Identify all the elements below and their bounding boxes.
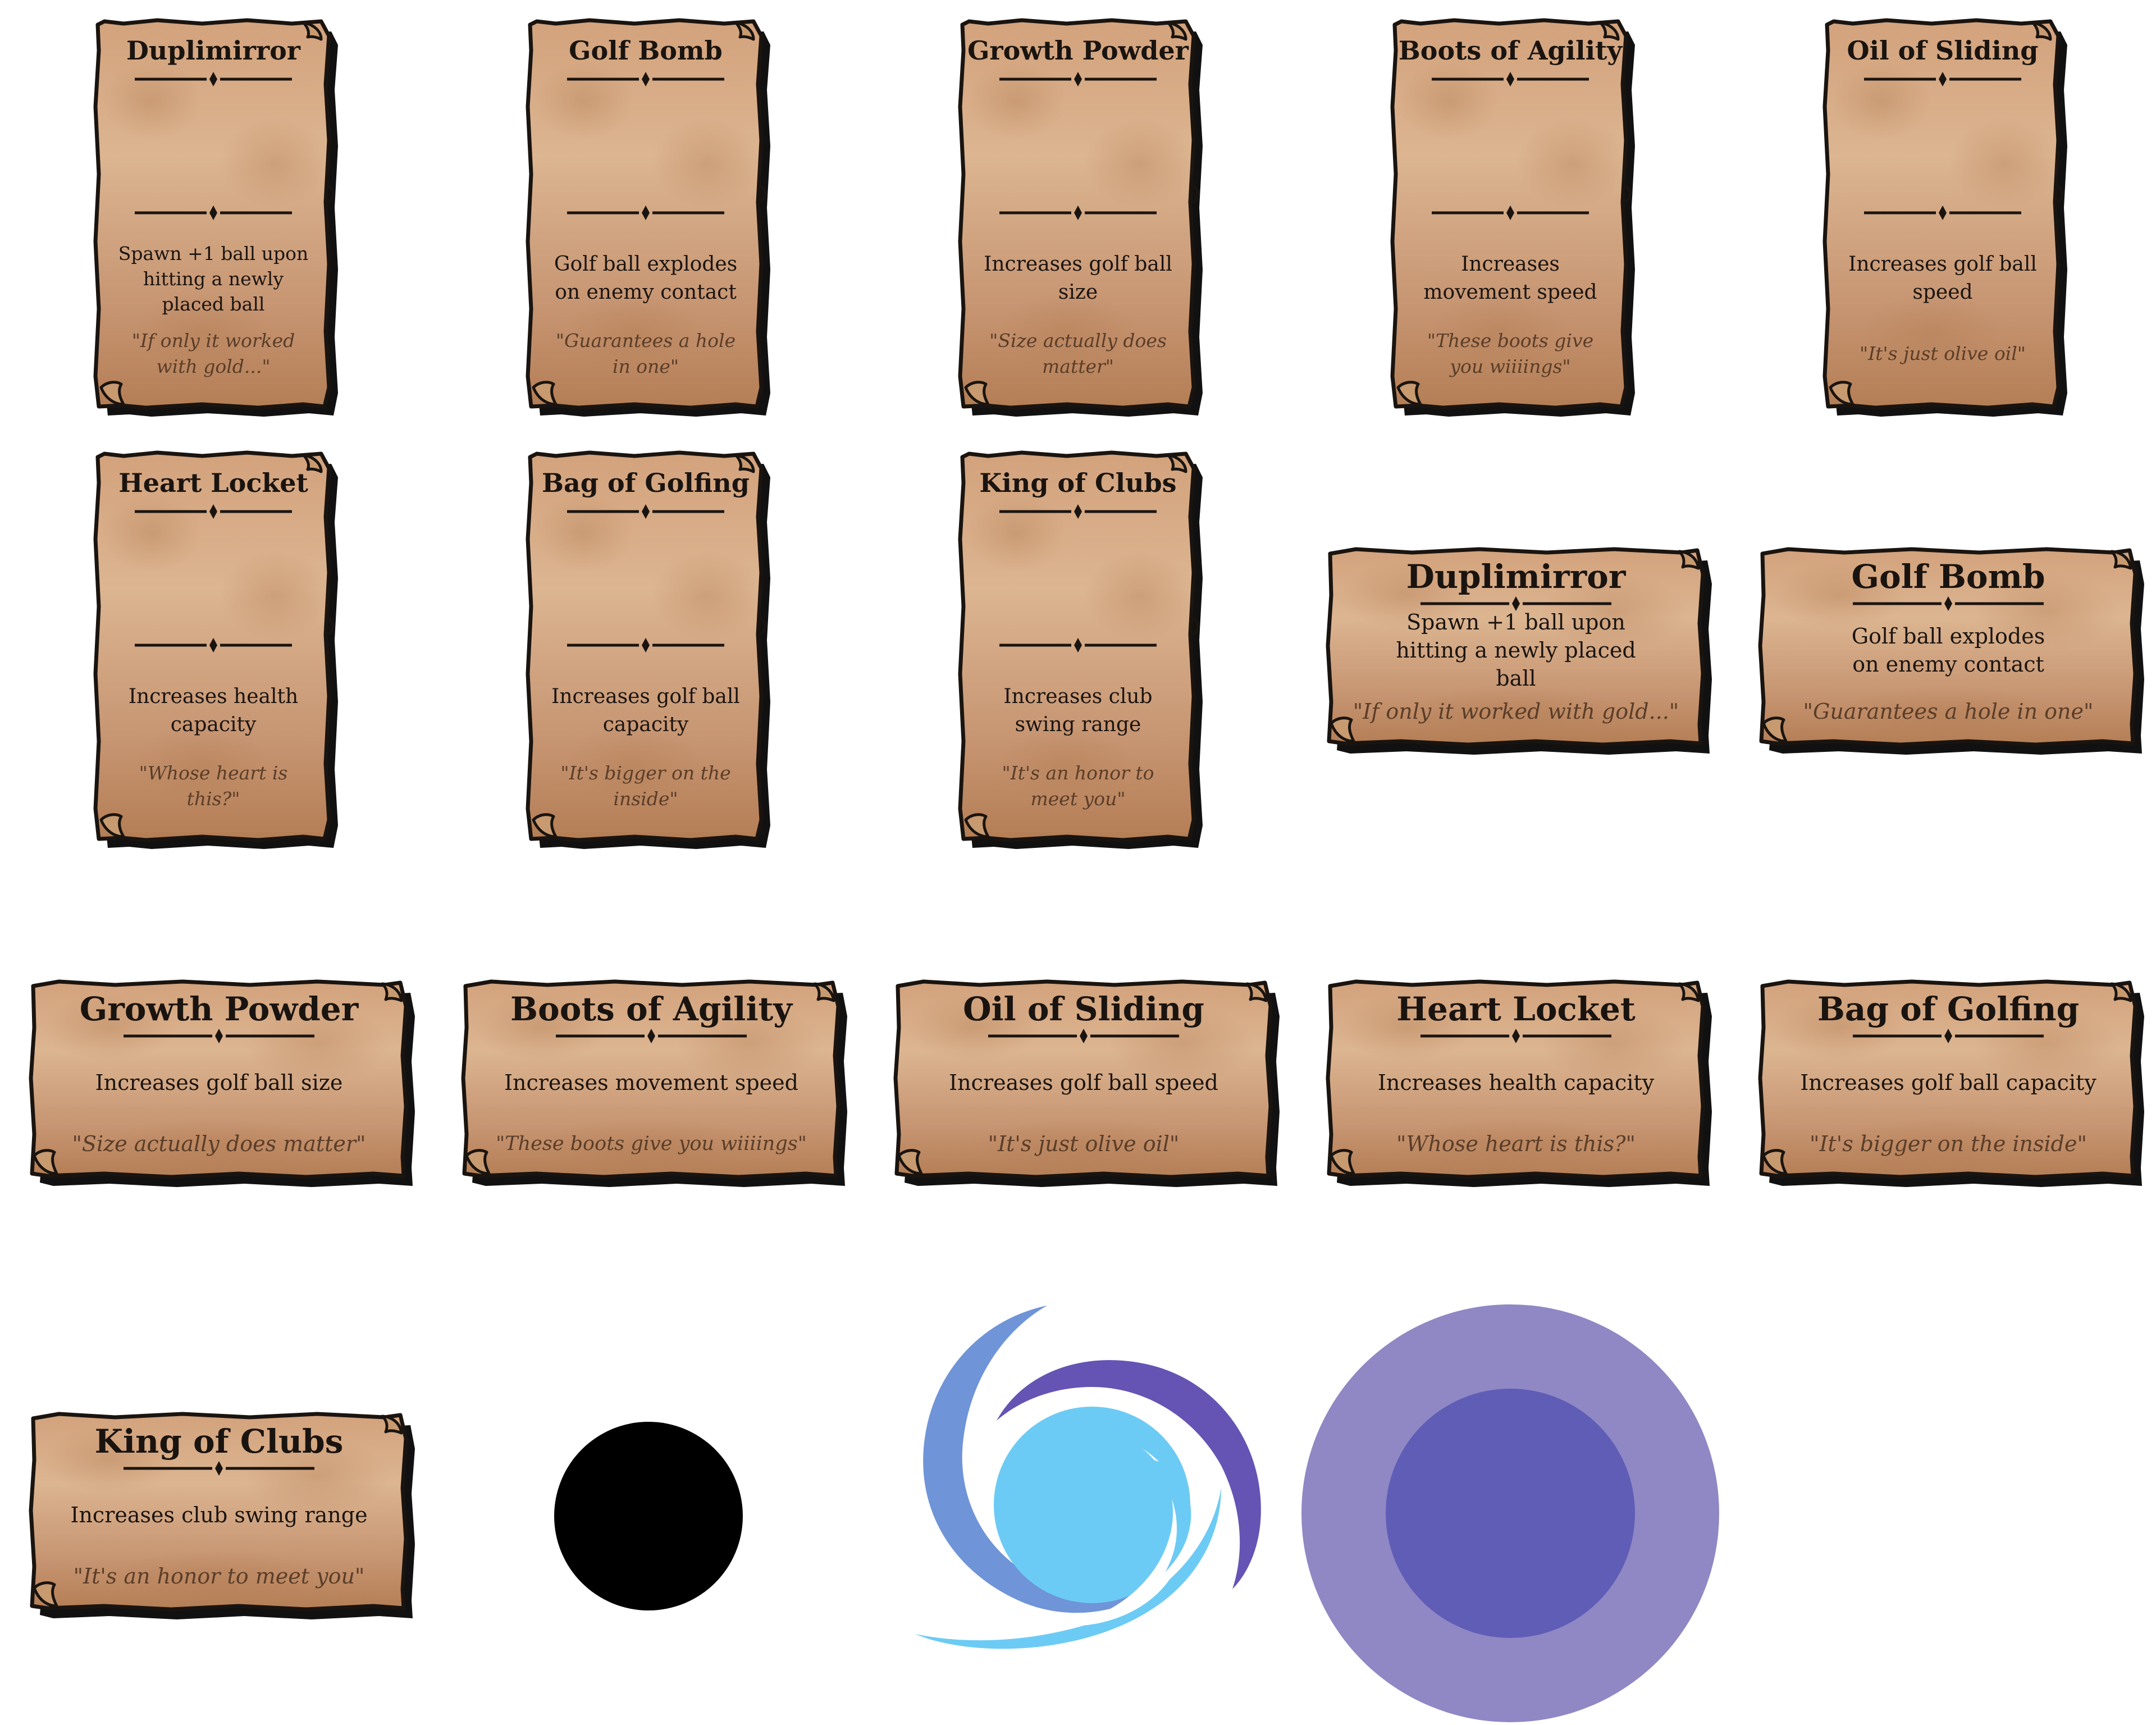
- card-quote: "These boots give you wiiiings": [1427, 330, 1594, 377]
- card-landscape-golf-bomb[interactable]: Golf Bomb Golf ball explodes on enemy co…: [1755, 545, 2142, 752]
- card-landscape-oil-of-sliding[interactable]: Oil of Sliding Increases golf ball speed…: [890, 977, 1277, 1185]
- card-title: Boots of Agility: [510, 990, 792, 1028]
- card-title: Growth Powder: [967, 35, 1189, 66]
- card-title: King of Clubs: [979, 468, 1177, 498]
- divider-ornament: [567, 204, 724, 221]
- card-quote: "Guarantees a hole in one": [1803, 699, 2094, 724]
- card-title: Growth Powder: [79, 990, 359, 1028]
- card-title: Boots of Agility: [1398, 35, 1623, 66]
- card-quote: "Guarantees a hole in one": [555, 330, 736, 377]
- divider-ornament: [999, 204, 1157, 221]
- card-description: Increases club swing range: [1003, 685, 1153, 736]
- divider-ornament: [999, 503, 1157, 520]
- card-description: Spawn +1 ball upon hitting a newly place…: [1396, 610, 1636, 691]
- card-title: Heart Locket: [1396, 990, 1636, 1028]
- card-portrait-growth-powder[interactable]: Growth Powder Increases golf ball size "…: [954, 17, 1202, 416]
- divider-ornament: [135, 637, 292, 654]
- divider-ornament: [135, 204, 292, 221]
- card-quote: "It's bigger on the inside": [1810, 1131, 2087, 1156]
- card-landscape-king-of-clubs[interactable]: King of Clubs Increases club swing range…: [25, 1409, 413, 1617]
- divider-ornament: [988, 1028, 1179, 1044]
- card-portrait-heart-locket[interactable]: Heart Locket Increases health capacity "…: [90, 449, 337, 848]
- card-landscape-boots-of-agility[interactable]: Boots of Agility Increases movement spee…: [458, 977, 845, 1185]
- black-hole-icon: [554, 1422, 743, 1610]
- card-landscape-bag-of-golfing[interactable]: Bag of Golfing Increases golf ball capac…: [1755, 977, 2142, 1185]
- card-title: Heart Locket: [118, 468, 308, 498]
- card-portrait-duplimirror[interactable]: Duplimirror Spawn +1 ball upon hitting a…: [90, 17, 337, 416]
- card-description: Increases movement speed: [504, 1070, 798, 1095]
- card-title: Duplimirror: [126, 35, 300, 66]
- divider-ornament: [135, 71, 292, 88]
- card-description: Golf ball explodes on enemy contact: [1851, 624, 2045, 677]
- card-title: Bag of Golfing: [1817, 990, 2080, 1028]
- card-description: Increases movement speed: [1423, 253, 1597, 304]
- card-portrait-king-of-clubs[interactable]: King of Clubs Increases club swing range…: [954, 449, 1202, 848]
- card-description: Increases golf ball speed: [1848, 253, 2037, 304]
- card-description: Increases health capacity: [128, 685, 299, 736]
- card-landscape-heart-locket[interactable]: Heart Locket Increases health capacity "…: [1322, 977, 1710, 1185]
- card-portrait-bag-of-golfing[interactable]: Bag of Golfing Increases golf ball capac…: [522, 449, 769, 848]
- card-quote: "Size actually does matter": [72, 1131, 366, 1156]
- divider-ornament: [999, 71, 1157, 88]
- card-title: Golf Bomb: [1851, 558, 2045, 596]
- card-landscape-growth-powder[interactable]: Growth Powder Increases golf ball size "…: [25, 977, 413, 1185]
- divider-ornament: [1420, 1028, 1611, 1044]
- card-description: Increases health capacity: [1377, 1070, 1655, 1095]
- card-quote: "Whose heart is this?": [1396, 1131, 1636, 1156]
- card-quote: "It's an honor to meet you": [73, 1564, 365, 1589]
- card-quote: "It's bigger on the inside": [560, 762, 731, 810]
- card-title: Oil of Sliding: [1847, 35, 2039, 66]
- card-title: Duplimirror: [1406, 558, 1626, 596]
- card-title: Oil of Sliding: [963, 990, 1204, 1028]
- divider-ornament: [1864, 71, 2021, 88]
- divider-ornament: [567, 503, 724, 520]
- card-title: King of Clubs: [94, 1422, 344, 1461]
- divider-ornament: [556, 1028, 747, 1044]
- divider-ornament: [1432, 204, 1589, 221]
- card-quote: "Whose heart is this?": [139, 762, 288, 810]
- card-portrait-boots-of-agility[interactable]: Boots of Agility Increases movement spee…: [1387, 17, 1634, 416]
- divider-ornament: [124, 1460, 314, 1477]
- card-quote: "If only it worked with gold...": [1353, 699, 1679, 724]
- card-quote: "If only it worked with gold...": [131, 330, 295, 377]
- divider-ornament: [999, 637, 1157, 654]
- card-portrait-golf-bomb[interactable]: Golf Bomb Golf ball explodes on enemy co…: [522, 17, 769, 416]
- card-description: Spawn +1 ball upon hitting a newly place…: [118, 242, 309, 315]
- card-description: Increases golf ball capacity: [1800, 1070, 2096, 1095]
- card-description: Increases golf ball capacity: [551, 685, 740, 736]
- card-description: Increases golf ball speed: [949, 1070, 1218, 1095]
- card-description: Increases club swing range: [70, 1503, 368, 1527]
- divider-ornament: [124, 1028, 314, 1044]
- divider-ornament: [1853, 595, 2044, 612]
- card-quote: "It's an honor to meet you": [1002, 762, 1154, 810]
- card-description: Increases golf ball size: [95, 1070, 343, 1095]
- purple-portal-icon: [1301, 1304, 1719, 1722]
- card-quote: "It's just olive oil": [988, 1131, 1180, 1156]
- card-title: Bag of Golfing: [542, 468, 750, 498]
- divider-ornament: [567, 71, 724, 88]
- divider-ornament: [135, 503, 292, 520]
- swirl-vortex-icon: [915, 1306, 1261, 1649]
- sprite-sheet: Duplimirror Spawn +1 ball upon hitting a…: [0, 0, 2156, 1725]
- card-description: Increases golf ball size: [984, 253, 1172, 304]
- divider-ornament: [1864, 204, 2021, 221]
- card-title: Golf Bomb: [569, 35, 723, 66]
- divider-ornament: [567, 637, 724, 654]
- divider-ornament: [1853, 1028, 2044, 1044]
- card-portrait-oil-of-sliding[interactable]: Oil of Sliding Increases golf ball speed…: [1819, 17, 2066, 416]
- card-description: Golf ball explodes on enemy contact: [554, 253, 738, 304]
- card-quote: "It's just olive oil": [1860, 343, 2026, 364]
- card-quote: "These boots give you wiiiings": [496, 1133, 807, 1155]
- card-landscape-duplimirror[interactable]: Duplimirror Spawn +1 ball upon hitting a…: [1322, 545, 1710, 752]
- card-quote: "Size actually does matter": [989, 330, 1167, 377]
- divider-ornament: [1432, 71, 1589, 88]
